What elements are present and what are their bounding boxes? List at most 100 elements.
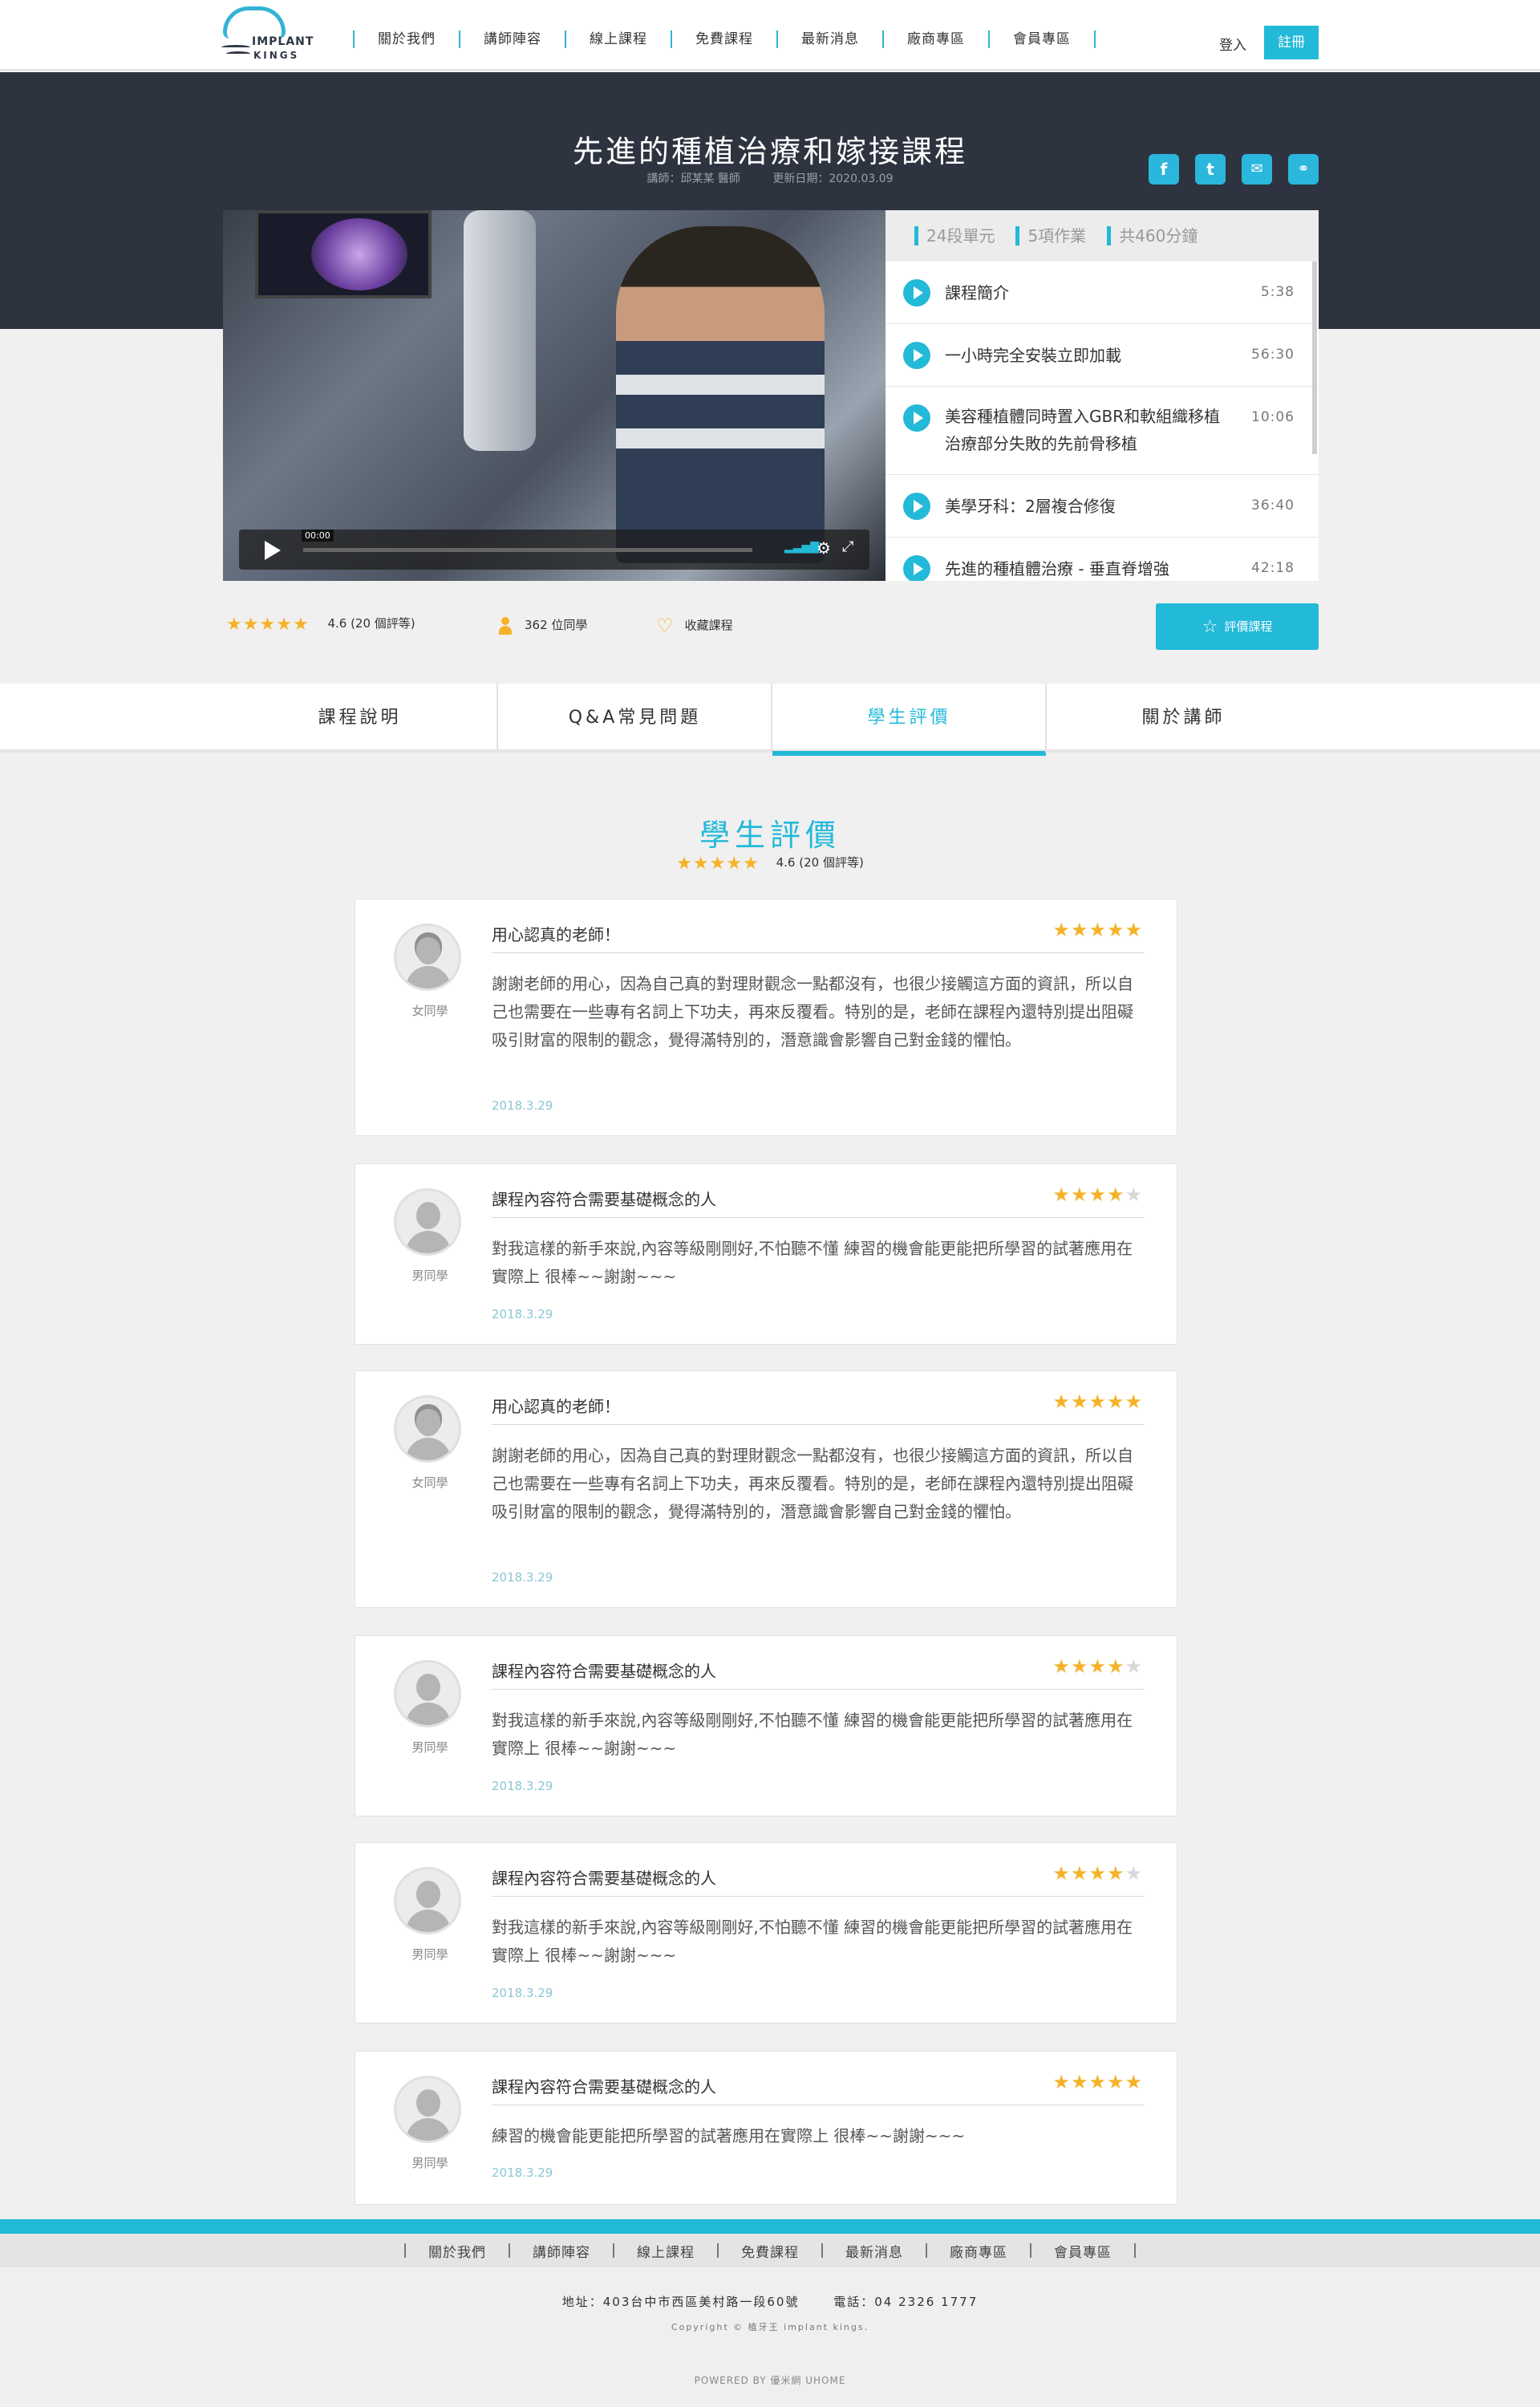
playlist-item[interactable]: 一小時完全安裝立即加載 56:30 [886, 324, 1319, 387]
avatar-body [406, 1910, 451, 1932]
footer-nav: 關於我們 講師陣容 線上課程 免費課程 最新消息 廠商專區 會員專區 [0, 2234, 1540, 2267]
nav-item-about[interactable]: 關於我們 [355, 30, 459, 48]
course-instructor: 講師：邱某某 醫師 [646, 173, 740, 185]
playlist-item[interactable]: 美學牙科：2層複合修復 36:40 [886, 475, 1319, 538]
playlist-item-duration: 56:30 [1251, 347, 1295, 363]
review-date: 2018.3.29 [492, 1570, 553, 1585]
star-icon: ★ [226, 615, 243, 635]
star-icon: ★ [1070, 1862, 1089, 1885]
star-icon: ★ [1106, 919, 1125, 941]
play-icon[interactable] [265, 541, 281, 560]
tab-faq[interactable]: Q&A常見問題 [498, 684, 772, 753]
playlist-item[interactable]: 先進的種植體治療 - 垂直脊增強 42:18 [886, 538, 1319, 581]
review-title: 課程內容符合需要基礎概念的人 [492, 1662, 716, 1681]
footer-nav-members[interactable]: 會員專區 [1031, 2241, 1134, 2261]
reviewer-role: 女同學 [411, 1004, 448, 1018]
review-title: 課程內容符合需要基礎概念的人 [492, 1190, 716, 1209]
play-circle-icon[interactable] [903, 342, 930, 369]
playlist-stat-duration: 共460分鐘 [1107, 226, 1198, 246]
play-circle-icon[interactable] [903, 493, 930, 520]
register-button[interactable]: 註冊 [1264, 26, 1319, 59]
playlist-stat-assignments: 5項作業 [1015, 226, 1086, 246]
tab-reviews[interactable]: 學生評價 [772, 684, 1046, 756]
nav-item-instructors[interactable]: 講師陣容 [460, 30, 565, 48]
footer-nav-instructors[interactable]: 講師陣容 [510, 2241, 613, 2261]
footer-nav-news[interactable]: 最新消息 [823, 2241, 926, 2261]
mail-icon[interactable]: ✉ [1242, 154, 1272, 185]
playlist-scrollbar[interactable] [1312, 262, 1317, 454]
review-divider [492, 1896, 1145, 1897]
logo-cap-icon [223, 6, 286, 39]
play-circle-icon[interactable] [903, 404, 930, 432]
review-card: 女同學 用心認真的老師！ ★★★★★ 謝謝老師的用心，因為自己真的對理財觀念一點… [355, 1370, 1177, 1608]
nav-item-members[interactable]: 會員專區 [990, 30, 1094, 48]
rate-course-button[interactable]: ☆ 評價課程 [1156, 603, 1319, 650]
footer-nav-about[interactable]: 關於我們 [406, 2241, 509, 2261]
playlist-item-duration: 42:18 [1251, 560, 1295, 576]
rating-text: 4.6 (20 個評等) [327, 616, 415, 631]
star-icon: ★ [1052, 1862, 1071, 1885]
playlist-item[interactable]: 課程簡介 5:38 [886, 262, 1319, 324]
settings-icon[interactable]: ⚙ [817, 538, 831, 558]
avatar-head [416, 937, 440, 964]
nav-item-online-courses[interactable]: 線上課程 [566, 30, 671, 48]
facebook-icon[interactable]: f [1149, 154, 1179, 185]
favorite-course-button[interactable]: ♡ 收藏課程 [656, 615, 733, 637]
footer-nav-vendors[interactable]: 廠商專區 [927, 2241, 1030, 2261]
star-icon: ★ [1125, 1862, 1143, 1885]
review-date: 2018.3.29 [492, 2165, 553, 2180]
video-frame-microscope [464, 210, 536, 451]
star-icon: ★ [1070, 2071, 1089, 2093]
star-icon: ★ [1125, 1183, 1143, 1206]
playlist-item-duration: 10:06 [1251, 409, 1295, 425]
play-circle-icon[interactable] [903, 555, 930, 581]
nav-item-vendors[interactable]: 廠商專區 [884, 30, 988, 48]
review-title: 用心認真的老師！ [492, 1397, 620, 1416]
avatar-body [406, 2118, 451, 2141]
site-logo[interactable]: IMPLANT KINGS [221, 6, 313, 64]
review-body: 謝謝老師的用心，因為自己真的對理財觀念一點都沒有，也很少接觸這方面的資訊，所以自… [492, 1446, 1133, 1521]
star-icon: ★ [1052, 1655, 1071, 1678]
star-icon: ★ [1125, 1655, 1143, 1678]
site-header: IMPLANT KINGS 關於我們 講師陣容 線上課程 免費課程 最新消息 廠… [0, 0, 1540, 71]
avatar [394, 923, 461, 991]
star-icon: ★ [726, 854, 744, 874]
nav-item-news[interactable]: 最新消息 [778, 30, 882, 48]
tab-description[interactable]: 課程說明 [223, 684, 496, 753]
video-player[interactable]: 00:00 ▂▃▅▇ ⚙ ⤢ [223, 210, 886, 581]
link-icon[interactable]: ⚭ [1288, 154, 1319, 185]
avatar [394, 1395, 461, 1463]
review-body: 對我這樣的新手來說,內容等級剛剛好,不怕聽不懂 練習的機會能更能把所學習的試著應… [492, 1239, 1133, 1286]
volume-icon[interactable]: ▂▃▅▇ [784, 541, 819, 554]
play-circle-icon[interactable] [903, 279, 930, 306]
nav-item-free-courses[interactable]: 免費課程 [672, 30, 776, 48]
avatar-body [406, 1703, 451, 1725]
course-playlist: 24段單元 5項作業 共460分鐘 課程簡介 5:38 一小時完全安裝立即加載 … [886, 210, 1319, 581]
footer-nav-online-courses[interactable]: 線上課程 [614, 2241, 717, 2261]
review-card: 男同學 課程內容符合需要基礎概念的人 ★★★★★ 對我這樣的新手來說,內容等級剛… [355, 1842, 1177, 2023]
footer-powered-by[interactable]: POWERED BY 優米網 UHOME [0, 2373, 1540, 2387]
twitter-icon[interactable]: t [1195, 154, 1226, 185]
course-updated-date: 更新日期：2020.03.09 [772, 173, 894, 185]
fullscreen-icon[interactable]: ⤢ [842, 538, 853, 555]
star-icon: ★ [1088, 2071, 1107, 2093]
star-icon: ★ [1052, 1390, 1071, 1413]
logo-swoosh-icon [221, 45, 250, 50]
review-stars: ★★★★★ [1052, 1862, 1143, 1885]
footer-nav-free-courses[interactable]: 免費課程 [719, 2241, 821, 2261]
login-link[interactable]: 登入 [1219, 34, 1246, 54]
reviewer-role: 男同學 [411, 1268, 448, 1283]
video-progress-bar[interactable] [303, 548, 752, 552]
avatar-head [416, 2089, 440, 2117]
logo-text-line1: IMPLANT [252, 35, 314, 48]
star-icon: ★ [1070, 1183, 1089, 1206]
playlist-item[interactable]: 美容種植體同時置入GBR和軟組織移植治療部分失敗的先前骨移植 10:06 [886, 387, 1319, 475]
review-title: 用心認真的老師！ [492, 925, 620, 944]
star-icon: ★ [1088, 1862, 1107, 1885]
review-divider [492, 1217, 1145, 1218]
star-icon: ★ [276, 615, 293, 635]
star-icon: ★ [1106, 1183, 1125, 1206]
star-icon: ★ [292, 615, 310, 635]
tab-instructor[interactable]: 關於講師 [1047, 684, 1320, 753]
star-icon: ★ [1070, 1655, 1089, 1678]
